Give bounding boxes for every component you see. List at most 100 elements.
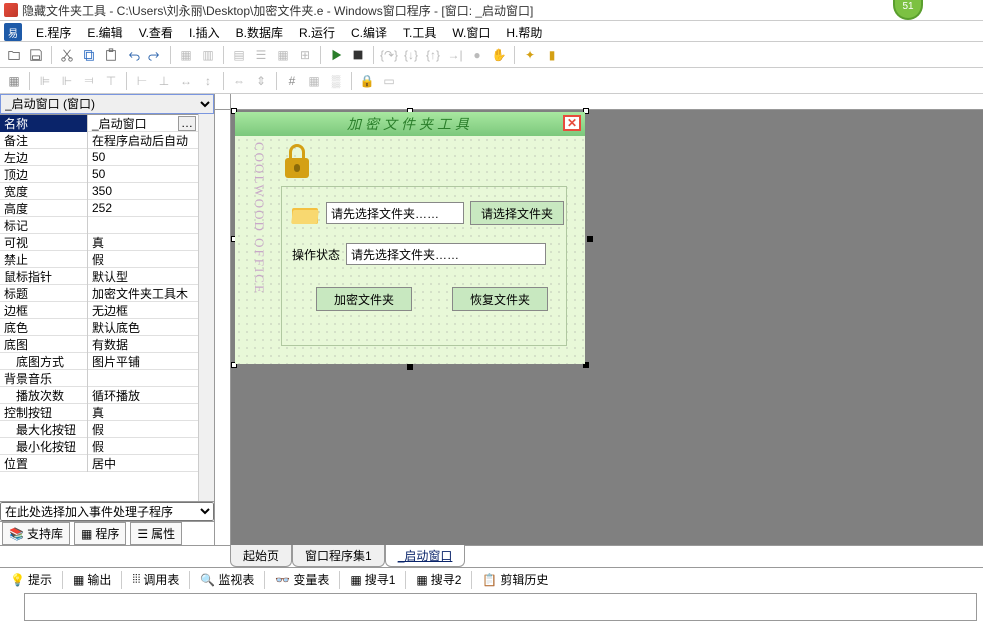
property-row[interactable]: 备注在程序启动后自动 (0, 132, 198, 149)
align-bottom-icon[interactable]: ⊥ (154, 71, 174, 91)
tab-properties[interactable]: ☰属性 (130, 522, 182, 545)
grid-btn-1[interactable]: # (282, 71, 302, 91)
copy-icon[interactable] (79, 45, 99, 65)
undo-icon[interactable] (123, 45, 143, 65)
property-value[interactable]: 循环播放 (88, 387, 198, 404)
grid-btn-3[interactable]: ▒ (326, 71, 346, 91)
align-right-icon[interactable]: ⫤ (79, 71, 99, 91)
selection-handle[interactable] (407, 364, 413, 370)
property-row[interactable]: 顶边50 (0, 166, 198, 183)
property-row[interactable]: 边框无边框 (0, 302, 198, 319)
property-row[interactable]: 底图有数据 (0, 336, 198, 353)
property-value[interactable]: 有数据 (88, 336, 198, 353)
property-row[interactable]: 高度252 (0, 200, 198, 217)
save-icon[interactable] (26, 45, 46, 65)
property-value[interactable]: 假 (88, 421, 198, 438)
redo-icon[interactable] (145, 45, 165, 65)
property-value[interactable]: 默认型 (88, 268, 198, 285)
tool-wand-icon[interactable]: ✦ (520, 45, 540, 65)
property-value[interactable]: 图片平铺 (88, 353, 198, 370)
grid-btn-2[interactable]: ▦ (304, 71, 324, 91)
same-width-icon[interactable]: ↔ (176, 71, 196, 91)
property-value[interactable]: 加密文件夹工具木 (88, 285, 198, 302)
tool-chart-icon[interactable]: ▮ (542, 45, 562, 65)
property-row[interactable]: 禁止假 (0, 251, 198, 268)
run-icon[interactable] (326, 45, 346, 65)
tab-startup-window[interactable]: _启动窗口 (385, 545, 466, 567)
tab-start-page[interactable]: 起始页 (230, 545, 292, 567)
folder-path-input[interactable]: 请先选择文件夹…… (326, 202, 464, 224)
property-ellipsis-button[interactable]: … (178, 116, 196, 131)
menu-tools[interactable]: T.工具 (395, 21, 444, 41)
align-btn-1[interactable]: ▦ (4, 71, 24, 91)
align-middle-icon[interactable]: ⊢ (132, 71, 152, 91)
property-row[interactable]: 鼠标指针默认型 (0, 268, 198, 285)
lock-btn-icon[interactable]: 🔒 (357, 71, 377, 91)
property-value[interactable]: 居中 (88, 455, 198, 472)
select-folder-button[interactable]: 请选择文件夹 (470, 201, 564, 225)
hand-icon[interactable]: ✋ (489, 45, 509, 65)
run-to-icon[interactable]: →| (445, 45, 465, 65)
property-row[interactable]: 位置居中 (0, 455, 198, 472)
property-row[interactable]: 标题加密文件夹工具木 (0, 285, 198, 302)
align-center-h-icon[interactable]: ⊩ (57, 71, 77, 91)
tab-program-set[interactable]: 窗口程序集1 (292, 545, 385, 567)
property-row[interactable]: 底图方式图片平铺 (0, 353, 198, 370)
output-search2-button[interactable]: ▦搜寻2 (412, 569, 465, 590)
selection-handle[interactable] (587, 236, 593, 242)
menu-help[interactable]: H.帮助 (498, 21, 550, 41)
output-watch-button[interactable]: 🔍监视表 (196, 569, 258, 590)
output-out-button[interactable]: ▦输出 (69, 569, 115, 590)
tab-program[interactable]: ▦程序 (74, 522, 126, 545)
object-selector[interactable]: _启动窗口 (窗口) (0, 94, 214, 114)
output-tip-button[interactable]: 💡提示 (6, 569, 56, 590)
form-close-button[interactable]: ✕ (563, 115, 581, 131)
toolbar-btn-d[interactable]: ☰ (251, 45, 271, 65)
properties-grid[interactable]: 名称_启动窗口…备注在程序启动后自动左边50顶边50宽度350高度252标记可视… (0, 114, 198, 501)
tab-support-lib[interactable]: 📚支持库 (2, 522, 70, 545)
menu-edit[interactable]: E.编辑 (79, 21, 130, 41)
property-row[interactable]: 左边50 (0, 149, 198, 166)
toolbar-btn-f[interactable]: ⊞ (295, 45, 315, 65)
property-row[interactable]: 名称_启动窗口… (0, 115, 198, 132)
property-value[interactable]: 默认底色 (88, 319, 198, 336)
properties-scrollbar[interactable] (198, 114, 214, 501)
property-value[interactable]: 350 (88, 184, 198, 198)
cut-icon[interactable] (57, 45, 77, 65)
align-top-icon[interactable]: ⊤ (101, 71, 121, 91)
step-over-icon[interactable]: {↷} (379, 45, 399, 65)
property-row[interactable]: 背景音乐 (0, 370, 198, 387)
breakpoint-icon[interactable]: ● (467, 45, 487, 65)
property-value[interactable]: _启动窗口 (88, 115, 178, 132)
property-row[interactable]: 可视真 (0, 234, 198, 251)
toolbar-btn-a[interactable]: ▦ (176, 45, 196, 65)
restore-button[interactable]: 恢复文件夹 (452, 287, 548, 311)
same-height-icon[interactable]: ↕ (198, 71, 218, 91)
step-out-icon[interactable]: {↑} (423, 45, 443, 65)
property-row[interactable]: 标记 (0, 217, 198, 234)
property-row[interactable]: 播放次数循环播放 (0, 387, 198, 404)
design-form[interactable]: 加密文件夹工具 ✕ COOLWOOD OFFICE 请先选择文件夹…… 请选择文… (235, 112, 585, 364)
step-into-icon[interactable]: {↓} (401, 45, 421, 65)
paste-icon[interactable] (101, 45, 121, 65)
property-value[interactable]: 252 (88, 201, 198, 215)
menu-insert[interactable]: I.插入 (181, 21, 228, 41)
toolbar-btn-b[interactable]: ▥ (198, 45, 218, 65)
property-row[interactable]: 最大化按钮假 (0, 421, 198, 438)
output-clip-button[interactable]: 📋剪辑历史 (478, 569, 552, 590)
property-value[interactable]: 在程序启动后自动 (88, 132, 198, 149)
property-value[interactable]: 真 (88, 404, 198, 421)
menu-view[interactable]: V.查看 (131, 21, 181, 41)
menu-database[interactable]: B.数据库 (228, 21, 291, 41)
status-textbox[interactable]: 请先选择文件夹…… (346, 243, 546, 265)
menu-window[interactable]: W.窗口 (444, 21, 498, 41)
property-value[interactable]: 50 (88, 150, 198, 164)
menu-compile[interactable]: C.编译 (343, 21, 395, 41)
distribute-v-icon[interactable]: ⇕ (251, 71, 271, 91)
property-row[interactable]: 最小化按钮假 (0, 438, 198, 455)
output-search1-button[interactable]: ▦搜寻1 (346, 569, 399, 590)
event-selector[interactable]: 在此处选择加入事件处理子程序 (0, 502, 214, 521)
stop-icon[interactable] (348, 45, 368, 65)
layout-btn-icon[interactable]: ▭ (379, 71, 399, 91)
form-designer-canvas[interactable]: 加密文件夹工具 ✕ COOLWOOD OFFICE 请先选择文件夹…… 请选择文… (215, 94, 983, 545)
